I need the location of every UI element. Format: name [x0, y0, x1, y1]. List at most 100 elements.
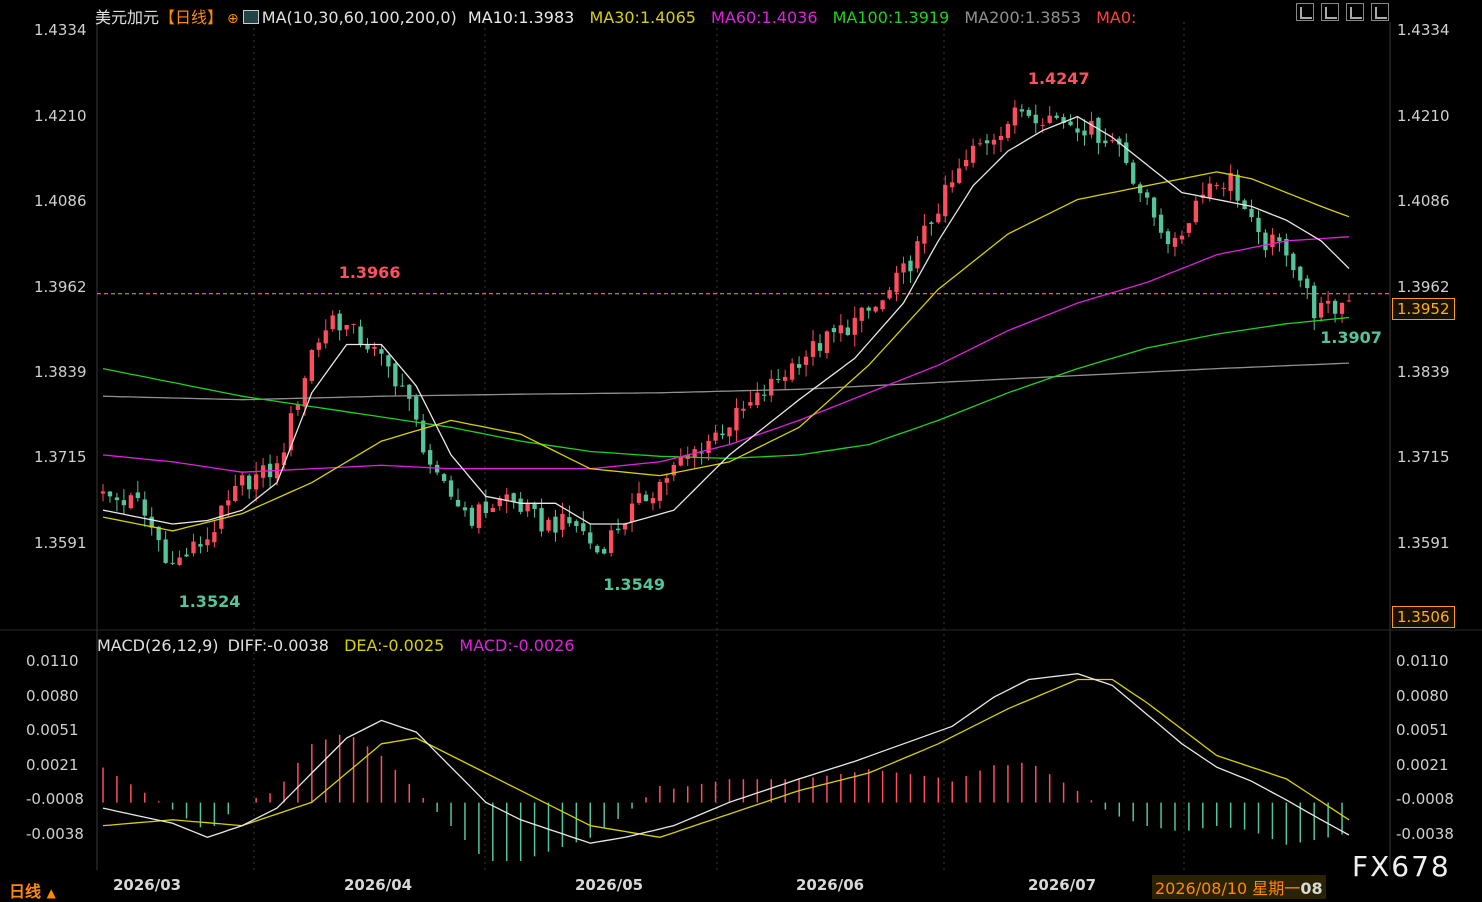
- candles: [100, 100, 1352, 566]
- candle-body: [1221, 187, 1226, 189]
- cursor-date-tail: 08: [1300, 879, 1323, 898]
- candle-body: [887, 290, 892, 299]
- candle-body: [407, 384, 412, 399]
- candle-body: [706, 440, 711, 454]
- candle-body: [414, 396, 419, 420]
- ma-params: MA(10,30,60,100,200,0): [261, 8, 457, 27]
- macd-tick-left: 0.0080: [26, 687, 79, 706]
- ma0-value: MA0:: [1096, 8, 1137, 27]
- macd-tick-left: 0.0021: [26, 756, 79, 775]
- candle-body: [789, 363, 795, 380]
- candle-body: [741, 408, 746, 411]
- candle-body: [400, 385, 405, 387]
- extreme-label: 1.3907: [1320, 327, 1382, 347]
- candle-body: [128, 495, 134, 509]
- candle-body: [762, 394, 767, 396]
- candle-body: [240, 475, 245, 486]
- price-tick-right: 1.4086: [1397, 192, 1450, 211]
- triangle-up-icon: ▲: [46, 886, 56, 900]
- candle-body: [142, 499, 147, 516]
- candle-body: [699, 452, 704, 454]
- ma60-value: MA60:1.4036: [711, 8, 818, 27]
- candle-body: [351, 323, 356, 325]
- macd-tick-left: -0.0038: [26, 825, 84, 843]
- macd-tick-left: -0.0008: [26, 789, 84, 808]
- candle-body: [880, 300, 885, 310]
- extreme-label: 1.3966: [338, 263, 401, 283]
- candle-body: [567, 517, 572, 524]
- candle-body: [1026, 109, 1031, 116]
- candle-body: [1172, 237, 1178, 247]
- candle-body: [247, 475, 252, 490]
- candle-body: [386, 355, 391, 367]
- candle-body: [288, 413, 294, 451]
- candle-body: [1312, 285, 1317, 319]
- candle-body: [1305, 278, 1310, 289]
- date-tick: 2026/03: [113, 876, 182, 894]
- price-tick-right: 1.3715: [1397, 448, 1450, 467]
- candle-body: [1110, 140, 1115, 142]
- cursor-date-label: 2026/08/10 星期一: [1155, 879, 1301, 898]
- candle-body: [226, 500, 231, 506]
- period-label[interactable]: 【日线】: [159, 8, 223, 27]
- price-tick-left: 1.4086: [34, 192, 87, 211]
- candle-body: [873, 306, 878, 312]
- candle-body: [908, 260, 913, 272]
- toolbar-icon-1[interactable]: [1296, 3, 1314, 21]
- macd-tick-right: 0.0021: [1396, 756, 1449, 775]
- candle-body: [253, 474, 259, 490]
- dea-line: [102, 678, 1350, 838]
- candle-body: [100, 491, 106, 494]
- period-footer-label: 日线: [9, 882, 42, 901]
- settings-icon[interactable]: ⊕: [227, 11, 239, 27]
- candle-body: [476, 504, 482, 528]
- candle-body: [107, 491, 113, 497]
- candle-body: [1124, 142, 1129, 164]
- toolbar-icon-2[interactable]: [1321, 3, 1339, 21]
- candle-body: [323, 330, 328, 344]
- candle-body: [671, 464, 676, 476]
- watermark: FX678: [1352, 850, 1451, 883]
- candle-body: [783, 376, 788, 381]
- period-footer[interactable]: 日线 ▲: [9, 878, 56, 902]
- candle-body: [1325, 300, 1331, 304]
- candle-body: [1089, 120, 1094, 135]
- candle-body: [428, 450, 433, 465]
- price-tick-right: 1.4334: [1397, 21, 1450, 39]
- candle-body: [1131, 162, 1136, 184]
- candle-body: [1291, 253, 1296, 271]
- toolbar-icon-3[interactable]: [1346, 3, 1364, 21]
- ma10-value: MA10:1.3983: [467, 8, 575, 27]
- price-tick-left: 1.3715: [34, 448, 87, 467]
- macd-tick-right: -0.0008: [1396, 789, 1454, 808]
- price-tick-left: 1.3839: [34, 362, 87, 381]
- candle-body: [372, 346, 377, 349]
- macd-tick-right: 0.0080: [1396, 687, 1449, 706]
- toolbar-icon-4[interactable]: [1371, 3, 1389, 21]
- candle-body: [657, 481, 663, 501]
- macd-tick-left: 0.0051: [26, 720, 79, 739]
- candle-body: [998, 136, 1004, 140]
- candle-body: [1158, 214, 1164, 233]
- candle-body: [1228, 173, 1233, 191]
- candle-body: [817, 343, 823, 351]
- candle-body: [824, 331, 830, 354]
- candle-body: [337, 313, 342, 331]
- candle-body: [1186, 223, 1192, 233]
- macd-tick-right: 0.0110: [1396, 652, 1449, 670]
- candle-body: [664, 478, 669, 483]
- candle-body: [121, 500, 127, 506]
- candle-body: [1082, 130, 1087, 136]
- candle-body: [915, 241, 920, 269]
- candle-body: [469, 507, 475, 526]
- candle-body: [595, 545, 600, 553]
- candle-body: [1012, 107, 1018, 126]
- candle-body: [191, 541, 196, 554]
- date-tick: 2026/04: [344, 876, 413, 894]
- candle-body: [622, 523, 628, 530]
- candle-body: [852, 317, 857, 335]
- price-chart[interactable]: [0, 0, 1482, 902]
- candle-body: [316, 342, 321, 350]
- candle-body: [574, 521, 579, 527]
- candle-body: [810, 341, 816, 357]
